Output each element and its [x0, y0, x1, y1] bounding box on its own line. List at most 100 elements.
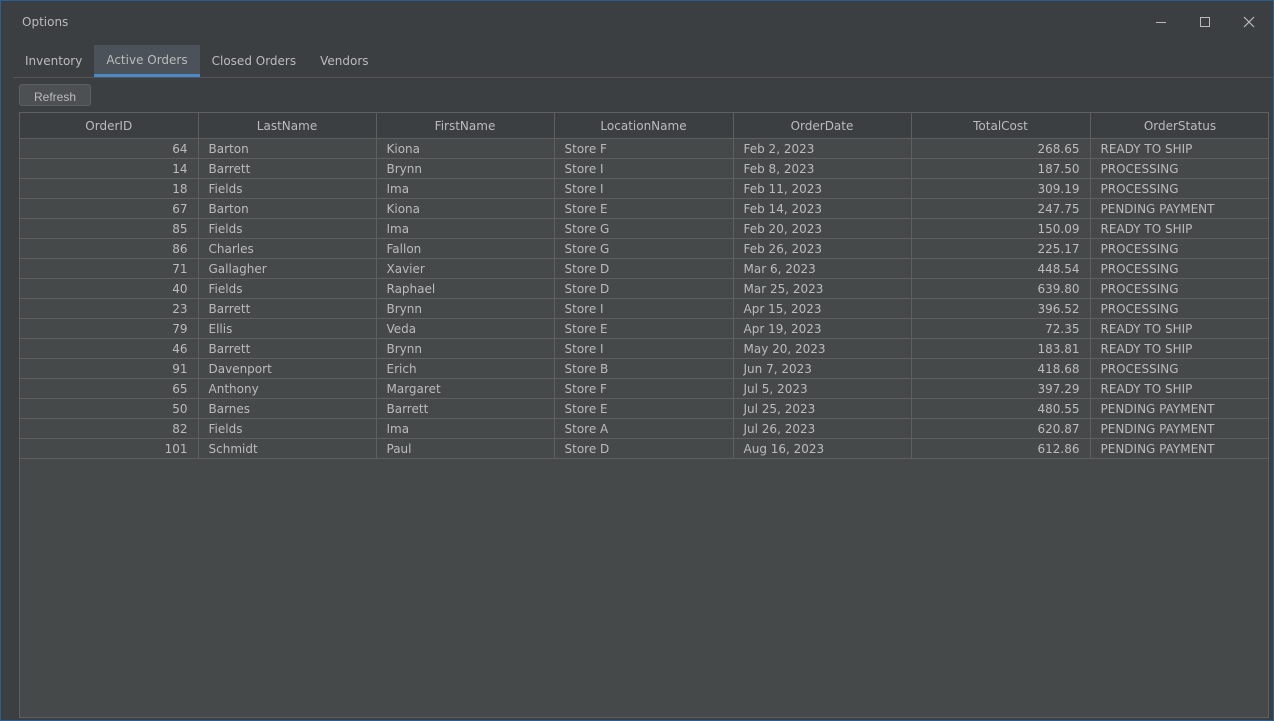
cell-locationname: Store G [554, 218, 734, 239]
refresh-button[interactable]: Refresh [19, 84, 91, 106]
column-header-orderid[interactable]: OrderID [20, 113, 199, 139]
cell-lastname: Barrett [198, 298, 377, 319]
cell-totalcost: 268.65 [911, 138, 1091, 159]
column-header-totalcost[interactable]: TotalCost [911, 113, 1091, 139]
cell-lastname: Barton [198, 138, 377, 159]
column-header-orderdate[interactable]: OrderDate [733, 113, 912, 139]
maximize-button[interactable] [1183, 7, 1227, 37]
cell-locationname: Store I [554, 298, 734, 319]
cell-orderstatus: PROCESSING [1090, 298, 1268, 319]
cell-totalcost: 397.29 [911, 378, 1091, 399]
cell-orderdate: Feb 8, 2023 [733, 158, 912, 179]
close-button[interactable] [1227, 7, 1271, 37]
cell-lastname: Schmidt [198, 438, 377, 459]
cell-firstname: Barrett [376, 398, 555, 419]
table-row[interactable]: 82 Fields Ima Store A Jul 26, 2023 620.87 PEND… [20, 418, 1268, 439]
cell-orderdate: Apr 15, 2023 [733, 298, 912, 319]
table-row[interactable]: 101 Schmidt Paul Store D Aug 16, 2023 612.86 P… [20, 438, 1268, 459]
minimize-button[interactable] [1139, 7, 1183, 37]
cell-lastname: Gallagher [198, 258, 377, 279]
cell-orderid: 40 [20, 278, 199, 299]
cell-totalcost: 183.81 [911, 338, 1091, 359]
cell-orderid: 86 [20, 238, 199, 259]
cell-lastname: Davenport [198, 358, 377, 379]
cell-orderid: 101 [20, 438, 199, 459]
table-row[interactable]: 67 Barton Kiona Store E Feb 14, 2023 247.75 PE… [20, 198, 1268, 219]
cell-totalcost: 612.86 [911, 438, 1091, 459]
cell-locationname: Store D [554, 438, 734, 459]
cell-totalcost: 620.87 [911, 418, 1091, 439]
cell-firstname: Fallon [376, 238, 555, 259]
cell-totalcost: 225.17 [911, 238, 1091, 259]
cell-locationname: Store F [554, 138, 734, 159]
cell-orderid: 46 [20, 338, 199, 359]
cell-orderdate: Mar 6, 2023 [733, 258, 912, 279]
cell-orderdate: Feb 11, 2023 [733, 178, 912, 199]
cell-locationname: Store D [554, 278, 734, 299]
cell-locationname: Store I [554, 178, 734, 199]
column-header-firstname[interactable]: FirstName [376, 113, 555, 139]
cell-orderid: 82 [20, 418, 199, 439]
table-row[interactable]: 79 Ellis Veda Store E Apr 19, 2023 72.35 READY… [20, 318, 1268, 339]
table-row[interactable]: 86 Charles Fallon Store G Feb 26, 2023 225.17… [20, 238, 1268, 259]
cell-locationname: Store A [554, 418, 734, 439]
table-row[interactable]: 18 Fields Ima Store I Feb 11, 2023 309.19 PROC… [20, 178, 1268, 199]
cell-firstname: Brynn [376, 158, 555, 179]
active-orders-table[interactable]: OrderID LastName FirstName LocationName Orde… [19, 112, 1269, 718]
cell-locationname: Store I [554, 338, 734, 359]
cell-totalcost: 448.54 [911, 258, 1091, 279]
cell-orderstatus: READY TO SHIP [1090, 318, 1268, 339]
title-bar[interactable]: Options [1, 1, 1273, 41]
cell-lastname: Anthony [198, 378, 377, 399]
column-header-lastname[interactable]: LastName [198, 113, 377, 139]
table-row[interactable]: 71 Gallagher Xavier Store D Mar 6, 2023 448.5… [20, 258, 1268, 279]
cell-lastname: Barrett [198, 158, 377, 179]
cell-orderid: 23 [20, 298, 199, 319]
cell-firstname: Erich [376, 358, 555, 379]
cell-orderstatus: PROCESSING [1090, 238, 1268, 259]
cell-locationname: Store F [554, 378, 734, 399]
table-row[interactable]: 14 Barrett Brynn Store I Feb 8, 2023 187.50 PR… [20, 158, 1268, 179]
cell-orderid: 85 [20, 218, 199, 239]
cell-orderstatus: READY TO SHIP [1090, 138, 1268, 159]
cell-orderstatus: PENDING PAYMENT [1090, 438, 1268, 459]
tab-closed-orders[interactable]: Closed Orders [200, 45, 308, 77]
cell-orderstatus: PROCESSING [1090, 178, 1268, 199]
cell-locationname: Store E [554, 398, 734, 419]
cell-lastname: Charles [198, 238, 377, 259]
table-row[interactable]: 23 Barrett Brynn Store I Apr 15, 2023 396.52 P… [20, 298, 1268, 319]
column-header-orderstatus[interactable]: OrderStatus [1090, 113, 1268, 139]
tab-vendors[interactable]: Vendors [308, 45, 380, 77]
cell-lastname: Barrett [198, 338, 377, 359]
cell-orderid: 79 [20, 318, 199, 339]
cell-totalcost: 187.50 [911, 158, 1091, 179]
table-row[interactable]: 64 Barton Kiona Store F Feb 2, 2023 268.65 REA… [20, 138, 1268, 159]
table-row[interactable]: 40 Fields Raphael Store D Mar 25, 2023 639.80… [20, 278, 1268, 299]
table-row[interactable]: 50 Barnes Barrett Store E Jul 25, 2023 480.55… [20, 398, 1268, 419]
cell-orderdate: Feb 14, 2023 [733, 198, 912, 219]
table-row[interactable]: 91 Davenport Erich Store B Jun 7, 2023 418.68… [20, 358, 1268, 379]
cell-orderdate: Jul 25, 2023 [733, 398, 912, 419]
table-row[interactable]: 85 Fields Ima Store G Feb 20, 2023 150.09 READ… [20, 218, 1268, 239]
table-row[interactable]: 46 Barrett Brynn Store I May 20, 2023 183.81 R… [20, 338, 1268, 359]
cell-orderstatus: PROCESSING [1090, 358, 1268, 379]
cell-lastname: Fields [198, 418, 377, 439]
tab-active-orders[interactable]: Active Orders [94, 45, 200, 77]
tab-inventory[interactable]: Inventory [13, 45, 94, 77]
cell-orderstatus: READY TO SHIP [1090, 378, 1268, 399]
column-header-locationname[interactable]: LocationName [554, 113, 734, 139]
cell-lastname: Barton [198, 198, 377, 219]
cell-orderdate: Feb 20, 2023 [733, 218, 912, 239]
cell-orderdate: Mar 25, 2023 [733, 278, 912, 299]
cell-orderstatus: PROCESSING [1090, 158, 1268, 179]
cell-locationname: Store E [554, 318, 734, 339]
options-window: Options Inventory Active Orders Closed Ord… [0, 0, 1274, 721]
minimize-icon [1155, 16, 1167, 28]
cell-orderstatus: READY TO SHIP [1090, 338, 1268, 359]
cell-firstname: Margaret [376, 378, 555, 399]
cell-totalcost: 309.19 [911, 178, 1091, 199]
cell-orderid: 65 [20, 378, 199, 399]
close-icon [1243, 16, 1255, 28]
table-row[interactable]: 65 Anthony Margaret Store F Jul 5, 2023 397.2… [20, 378, 1268, 399]
cell-totalcost: 150.09 [911, 218, 1091, 239]
